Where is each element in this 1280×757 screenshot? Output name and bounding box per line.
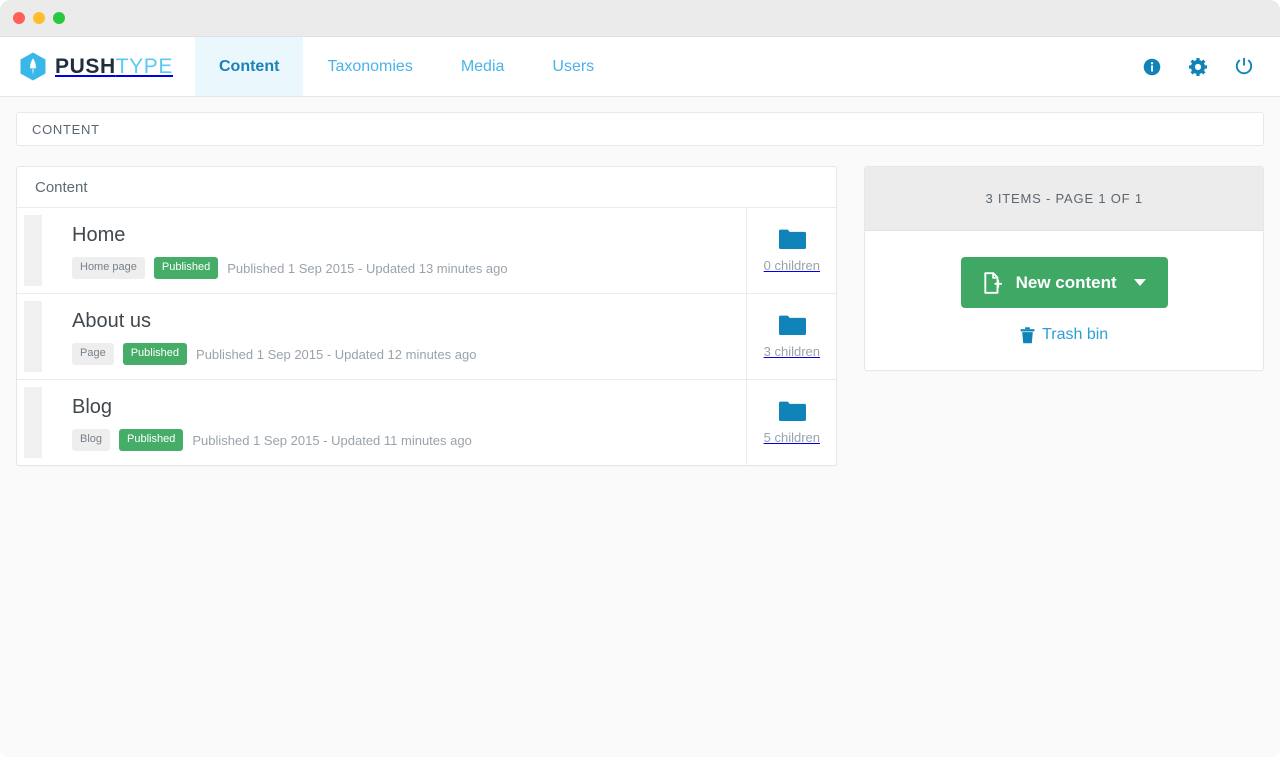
content-type-badge: Page: [72, 343, 114, 365]
sidebar-actions: New content Trash bin: [865, 231, 1263, 370]
row-content: Home Home page Published Published 1 Sep…: [49, 208, 746, 293]
pushtype-hexagon-logo-icon: [20, 52, 46, 81]
content-columns: Content Home Home page Published Publish…: [16, 166, 1264, 466]
row-content: Blog Blog Published Published 1 Sep 2015…: [49, 380, 746, 465]
brand-text: PUSHTYPE: [55, 56, 173, 77]
chevron-down-icon[interactable]: [1133, 279, 1146, 286]
navbar-actions: [1142, 37, 1280, 96]
trash-bin-label: Trash bin: [1042, 326, 1109, 343]
new-content-button[interactable]: New content: [960, 257, 1168, 308]
tab-media[interactable]: Media: [437, 37, 529, 96]
row-title-link[interactable]: About us: [72, 310, 730, 332]
maximize-window-button[interactable]: [53, 12, 65, 24]
folder-icon: [778, 315, 806, 335]
close-window-button[interactable]: [13, 12, 25, 24]
row-children-link[interactable]: 0 children: [746, 208, 836, 293]
content-type-badge: Home page: [72, 257, 145, 279]
brand-logo-link[interactable]: PUSHTYPE: [0, 37, 195, 96]
children-count-label: 0 children: [763, 258, 820, 273]
content-type-badge: Blog: [72, 429, 111, 451]
status-badge: Published: [119, 429, 184, 451]
table-row[interactable]: Home Home page Published Published 1 Sep…: [17, 208, 837, 294]
breadcrumb: CONTENT: [16, 112, 1264, 146]
content-list-header: Content: [17, 167, 837, 208]
row-drag-handle[interactable]: [17, 294, 49, 379]
folder-icon: [778, 229, 806, 249]
power-icon[interactable]: [1234, 57, 1254, 77]
row-dates: Published 1 Sep 2015 - Updated 11 minute…: [192, 432, 472, 448]
row-title-link[interactable]: Home: [72, 224, 730, 246]
row-title-link[interactable]: Blog: [72, 396, 730, 418]
pagination-text: 3 ITEMS - PAGE 1 OF 1: [985, 191, 1143, 206]
actions-sidebar-panel: 3 ITEMS - PAGE 1 OF 1 New content Trash …: [864, 166, 1264, 371]
tab-content[interactable]: Content: [195, 37, 304, 96]
row-children-link[interactable]: 3 children: [746, 294, 836, 379]
children-count-label: 3 children: [763, 344, 820, 359]
brand-name-primary: PUSH: [55, 55, 116, 78]
primary-nav-tabs: Content Taxonomies Media Users: [195, 37, 618, 96]
minimize-window-button[interactable]: [33, 12, 45, 24]
row-meta: Blog Published Published 1 Sep 2015 - Up…: [72, 429, 730, 451]
status-badge: Published: [122, 343, 188, 365]
window-titlebar: [0, 0, 1280, 37]
trash-icon: [1020, 326, 1035, 343]
gear-icon[interactable]: [1188, 57, 1208, 77]
row-drag-handle[interactable]: [17, 208, 49, 293]
row-children-link[interactable]: 5 children: [746, 380, 836, 465]
pagination-header: 3 ITEMS - PAGE 1 OF 1: [865, 167, 1263, 231]
top-navbar: PUSHTYPE Content Taxonomies Media Users: [0, 37, 1280, 97]
file-plus-icon: [983, 271, 1002, 294]
row-meta: Page Published Published 1 Sep 2015 - Up…: [72, 343, 730, 365]
breadcrumb-item-content[interactable]: CONTENT: [32, 122, 100, 137]
traffic-lights: [13, 12, 65, 24]
tab-users[interactable]: Users: [528, 37, 618, 96]
row-dates: Published 1 Sep 2015 - Updated 12 minute…: [196, 346, 477, 362]
brand-name-secondary: TYPE: [115, 55, 173, 78]
new-content-label: New content: [1015, 272, 1117, 292]
children-count-label: 5 children: [763, 430, 820, 445]
content-list-panel: Content Home Home page Published Publish…: [16, 166, 838, 466]
folder-icon: [778, 401, 806, 421]
tab-taxonomies[interactable]: Taxonomies: [303, 37, 436, 96]
table-row[interactable]: About us Page Published Published 1 Sep …: [17, 294, 837, 380]
row-drag-handle[interactable]: [17, 380, 49, 465]
trash-bin-link[interactable]: Trash bin: [1020, 326, 1108, 344]
info-icon[interactable]: [1142, 57, 1162, 77]
page-body: CONTENT Content Home Home page Published…: [0, 97, 1280, 757]
status-badge: Published: [153, 257, 219, 279]
panel-title: Content: [35, 178, 88, 196]
row-dates: Published 1 Sep 2015 - Updated 13 minute…: [227, 260, 508, 276]
app-window: PUSHTYPE Content Taxonomies Media Users: [0, 0, 1280, 757]
row-content: About us Page Published Published 1 Sep …: [49, 294, 746, 379]
row-meta: Home page Published Published 1 Sep 2015…: [72, 257, 730, 279]
table-row[interactable]: Blog Blog Published Published 1 Sep 2015…: [17, 380, 836, 465]
